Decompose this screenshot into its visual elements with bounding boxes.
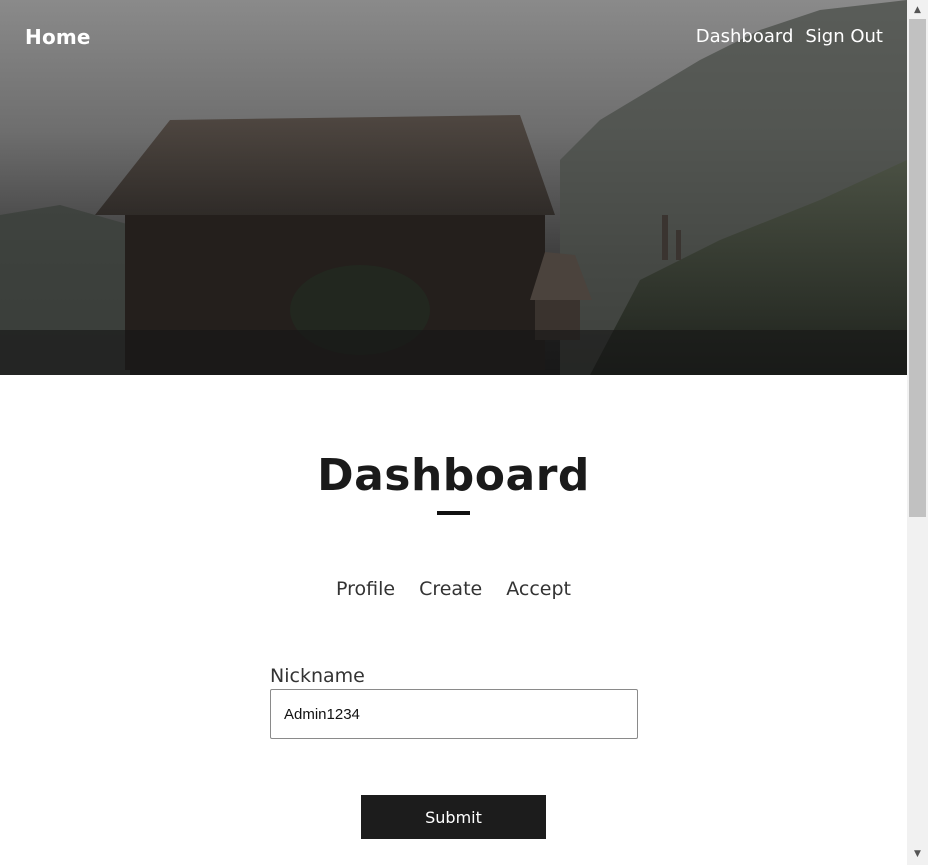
hero-image-cabin-in-fog [0, 0, 907, 375]
tab-accept[interactable]: Accept [506, 578, 571, 600]
scroll-up-arrow-icon[interactable]: ▲ [907, 2, 928, 19]
vertical-scrollbar[interactable]: ▲ ▼ [907, 0, 928, 865]
scroll-down-arrow-icon[interactable]: ▼ [907, 846, 928, 863]
submit-button[interactable]: Submit [361, 795, 546, 839]
nav-home-link[interactable]: Home [25, 25, 91, 49]
nickname-input[interactable] [270, 689, 638, 739]
page-title: Dashboard [317, 450, 590, 501]
nickname-label: Nickname [270, 665, 365, 687]
scrollbar-thumb[interactable] [909, 19, 926, 517]
nav-sign-out-link[interactable]: Sign Out [805, 26, 883, 47]
tab-create[interactable]: Create [419, 578, 482, 600]
title-underline-divider [437, 511, 470, 515]
dashboard-tabs: Profile Create Accept [0, 578, 907, 600]
tab-profile[interactable]: Profile [336, 578, 395, 600]
nav-dashboard-link[interactable]: Dashboard [696, 26, 794, 47]
hero-banner: Home Dashboard Sign Out [0, 0, 907, 375]
page: Home Dashboard Sign Out Dashboard Profil… [0, 0, 907, 865]
nav-links: Dashboard Sign Out [696, 26, 883, 47]
